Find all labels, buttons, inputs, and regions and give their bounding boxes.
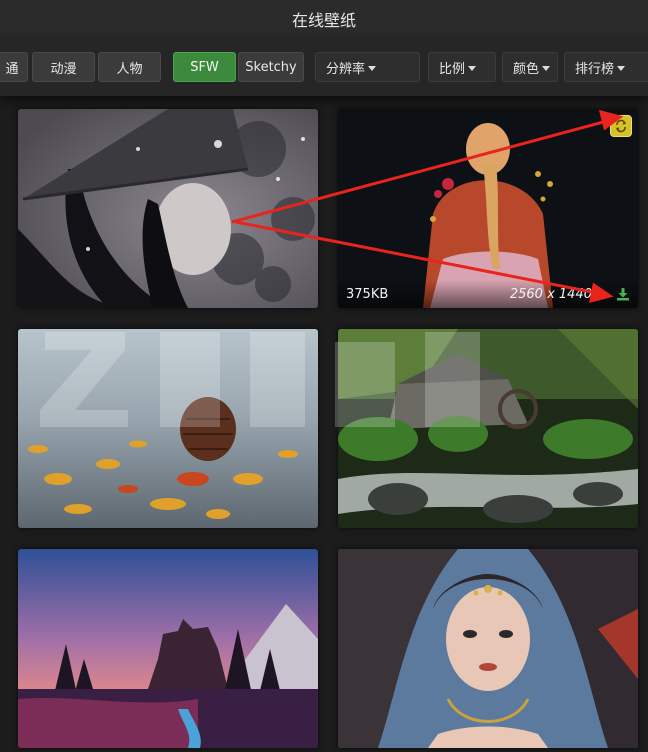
wallpaper-thumbnail[interactable] bbox=[18, 109, 318, 308]
wallpaper-image bbox=[338, 329, 638, 528]
resolution-dropdown[interactable]: 分辨率 bbox=[315, 52, 420, 82]
file-size: 375KB bbox=[346, 286, 389, 302]
caret-down-icon bbox=[368, 65, 377, 71]
category-tab-general[interactable]: 通 bbox=[0, 52, 28, 82]
wallpaper-image bbox=[338, 549, 638, 748]
purity-sketchy-toggle[interactable]: Sketchy bbox=[238, 52, 304, 82]
wallpaper-thumbnail[interactable] bbox=[18, 549, 318, 748]
purity-sfw-toggle[interactable]: SFW bbox=[173, 52, 236, 82]
caret-down-icon bbox=[468, 65, 477, 71]
download-icon[interactable] bbox=[616, 287, 630, 301]
wallpaper-image bbox=[18, 109, 318, 308]
sort-dropdown[interactable]: 排行榜 bbox=[564, 52, 648, 82]
wallpaper-image bbox=[18, 549, 318, 748]
resolution-text: 2560 x 1440 bbox=[509, 286, 592, 302]
window-title: 在线壁纸 bbox=[291, 11, 356, 30]
caret-down-icon bbox=[542, 65, 551, 71]
title-bar: 在线壁纸 bbox=[0, 0, 648, 38]
caret-down-icon bbox=[617, 65, 626, 71]
filter-toolbar: 通 动漫 人物 SFW Sketchy 分辨率 比例 颜色 排行榜 bbox=[0, 38, 648, 96]
wallpaper-thumbnail-hovered[interactable]: 375KB 2560 x 1440 bbox=[338, 109, 638, 308]
sync-icon[interactable] bbox=[610, 115, 632, 137]
wallpaper-thumbnail[interactable] bbox=[18, 329, 318, 528]
color-dropdown[interactable]: 颜色 bbox=[502, 52, 558, 82]
wallpaper-image bbox=[18, 329, 318, 528]
category-tab-anime[interactable]: 动漫 bbox=[32, 52, 95, 82]
wallpaper-thumbnail[interactable] bbox=[338, 329, 638, 528]
wallpaper-image bbox=[338, 109, 638, 308]
category-tab-people[interactable]: 人物 bbox=[98, 52, 161, 82]
wallpaper-thumbnail[interactable] bbox=[338, 549, 638, 748]
wallpaper-info-overlay: 375KB 2560 x 1440 bbox=[338, 280, 638, 308]
ratio-dropdown[interactable]: 比例 bbox=[428, 52, 496, 82]
